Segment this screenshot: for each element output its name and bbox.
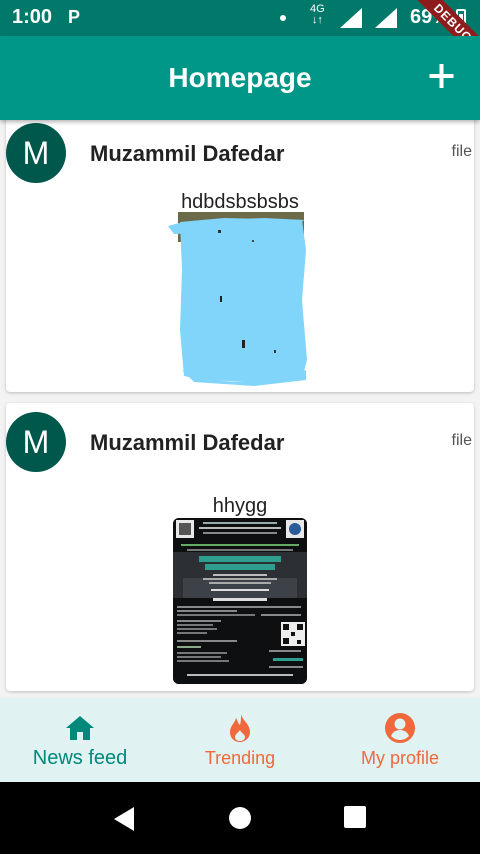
nav-news-feed[interactable]: News feed bbox=[0, 698, 160, 782]
notification-dot-icon bbox=[280, 15, 286, 21]
network-type-label: 4G bbox=[310, 3, 325, 15]
back-icon[interactable] bbox=[112, 806, 136, 832]
bottom-navigation: News feed Trending My profile bbox=[0, 698, 480, 782]
post-author[interactable]: Muzammil Dafedar bbox=[90, 430, 284, 456]
nav-my-profile[interactable]: My profile bbox=[320, 698, 480, 782]
post-image[interactable] bbox=[173, 518, 307, 684]
plus-icon bbox=[429, 64, 454, 88]
network-type-icon: 4G ↓↑ bbox=[310, 3, 325, 26]
recent-apps-icon[interactable] bbox=[344, 806, 366, 828]
fire-icon bbox=[230, 714, 250, 742]
status-bar: 1:00 P 4G ↓↑ 69% DEBUG bbox=[0, 0, 480, 36]
home-icon bbox=[66, 716, 94, 740]
nav-trending[interactable]: Trending bbox=[160, 698, 320, 782]
add-post-button[interactable] bbox=[424, 58, 460, 94]
avatar[interactable]: M bbox=[6, 412, 66, 472]
nav-news-feed-label: News feed bbox=[32, 747, 128, 769]
app-bar: Homepage bbox=[0, 36, 480, 120]
wifi-signal-icon bbox=[340, 8, 362, 28]
system-navigation-bar bbox=[0, 782, 480, 854]
post-type-label: file bbox=[451, 432, 472, 449]
account-circle-icon bbox=[385, 713, 415, 743]
cell-signal-icon bbox=[375, 8, 397, 28]
post-image[interactable] bbox=[164, 210, 314, 390]
nav-trending-label: Trending bbox=[204, 748, 276, 768]
post-author[interactable]: Muzammil Dafedar bbox=[90, 141, 284, 167]
post-type-label: file bbox=[451, 143, 472, 160]
page-title: Homepage bbox=[168, 62, 312, 93]
parking-notification-icon: P bbox=[67, 7, 80, 27]
post-card[interactable]: M Muzammil Dafedar file hhygg bbox=[6, 403, 474, 691]
home-circle-icon[interactable] bbox=[228, 806, 252, 830]
post-caption: hhygg bbox=[212, 495, 268, 517]
post-card[interactable]: M Muzammil Dafedar file hdbdsbsbsbs bbox=[6, 120, 474, 392]
nav-my-profile-label: My profile bbox=[360, 748, 440, 768]
news-feed[interactable]: M Muzammil Dafedar file hdbdsbsbsbs M Mu… bbox=[0, 120, 480, 698]
status-time: 1:00 bbox=[12, 6, 53, 28]
avatar[interactable]: M bbox=[6, 123, 66, 183]
